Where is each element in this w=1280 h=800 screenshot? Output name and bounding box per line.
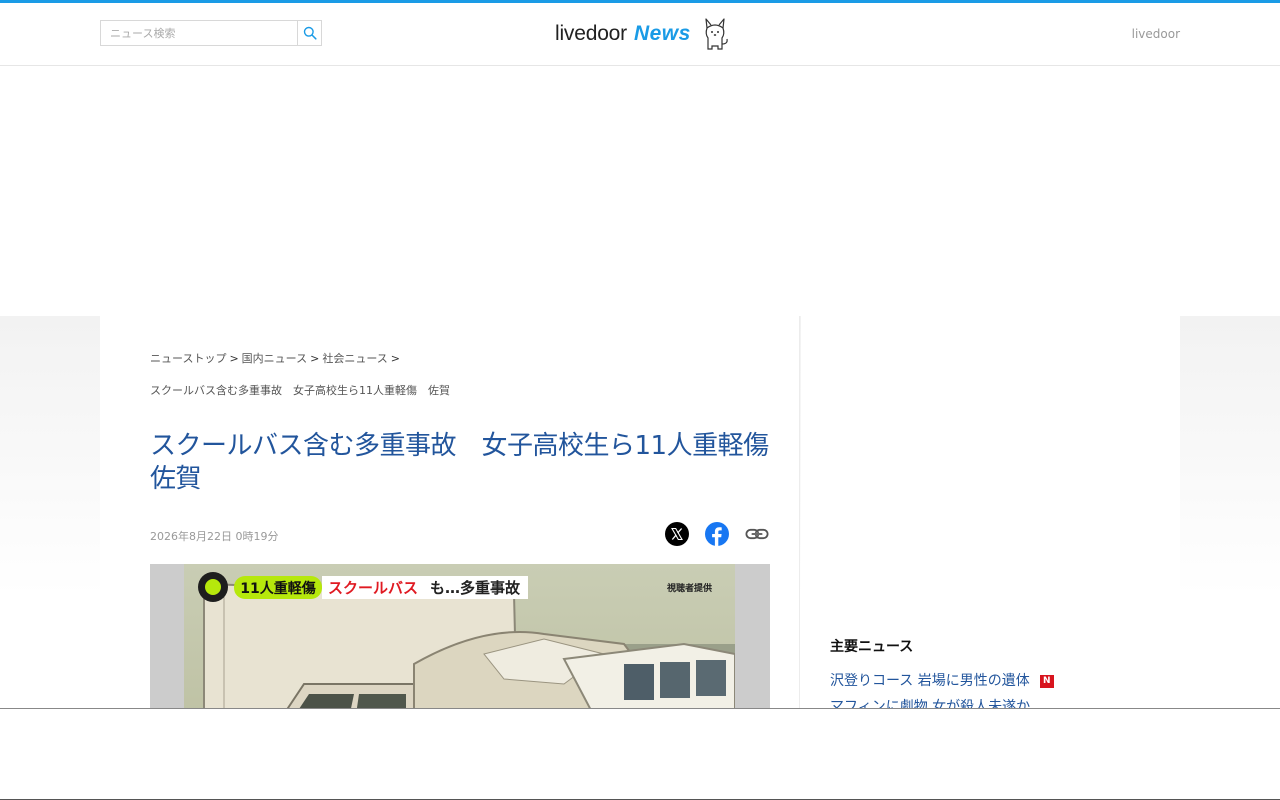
top-news-link-0[interactable]: 沢登りコース 岩場に男性の遺体 bbox=[830, 668, 1030, 694]
logo-product: News bbox=[633, 22, 691, 45]
logo-brand: livedoor bbox=[555, 22, 627, 45]
photo-badge-text: 11人重軽傷 bbox=[240, 580, 315, 597]
share-buttons bbox=[665, 522, 769, 546]
photo-credit: 視聴者提供 bbox=[666, 582, 712, 594]
breadcrumb: ニューストップ > 国内ニュース > 社会ニュース > bbox=[150, 352, 770, 366]
breadcrumb-separator: > bbox=[310, 352, 320, 365]
search-icon bbox=[303, 26, 317, 40]
list-item: 沢登りコース 岩場に男性の遺体 N bbox=[830, 668, 1160, 694]
breadcrumb-news-top[interactable]: ニューストップ bbox=[150, 352, 226, 365]
share-x-button[interactable] bbox=[665, 522, 689, 546]
livedoor-portal-link[interactable]: livedoor bbox=[1132, 27, 1180, 41]
new-badge: N bbox=[1039, 674, 1054, 688]
top-ad-space bbox=[0, 67, 1280, 316]
article-title: スクールバス含む多重事故 女子高校生ら11人重軽傷 佐賀 bbox=[150, 431, 795, 494]
search-input[interactable] bbox=[101, 21, 298, 45]
breadcrumb-separator: > bbox=[390, 352, 401, 365]
search-button[interactable] bbox=[297, 21, 321, 45]
bottom-overlay-ad bbox=[0, 708, 1280, 800]
breadcrumb-separator: > bbox=[229, 352, 239, 365]
facebook-icon bbox=[705, 522, 729, 546]
dog-mascot-icon bbox=[705, 18, 728, 50]
share-facebook-button[interactable] bbox=[705, 522, 729, 546]
copy-link-button[interactable] bbox=[745, 522, 769, 546]
search-box bbox=[100, 20, 322, 46]
sidebar-heading: 主要ニュース bbox=[830, 639, 914, 655]
breadcrumb-domestic[interactable]: 国内ニュース bbox=[242, 352, 307, 365]
article-date: 2026年8月22日 0時19分 bbox=[150, 530, 279, 543]
breadcrumb-current: スクールバス含む多重事故 女子高校生ら11人重軽傷 佐賀 bbox=[150, 384, 450, 397]
link-icon bbox=[745, 528, 769, 540]
site-logo[interactable]: livedoor News bbox=[555, 14, 731, 54]
photo-headline-red: スクールバス bbox=[328, 579, 418, 597]
photo-headline-rest: も…多重事故 bbox=[430, 579, 521, 597]
sidebar-ad-space bbox=[830, 336, 1150, 606]
x-icon bbox=[665, 522, 689, 546]
site-header: livedoor News livedoor bbox=[0, 3, 1280, 66]
breadcrumb-society[interactable]: 社会ニュース bbox=[322, 352, 387, 365]
